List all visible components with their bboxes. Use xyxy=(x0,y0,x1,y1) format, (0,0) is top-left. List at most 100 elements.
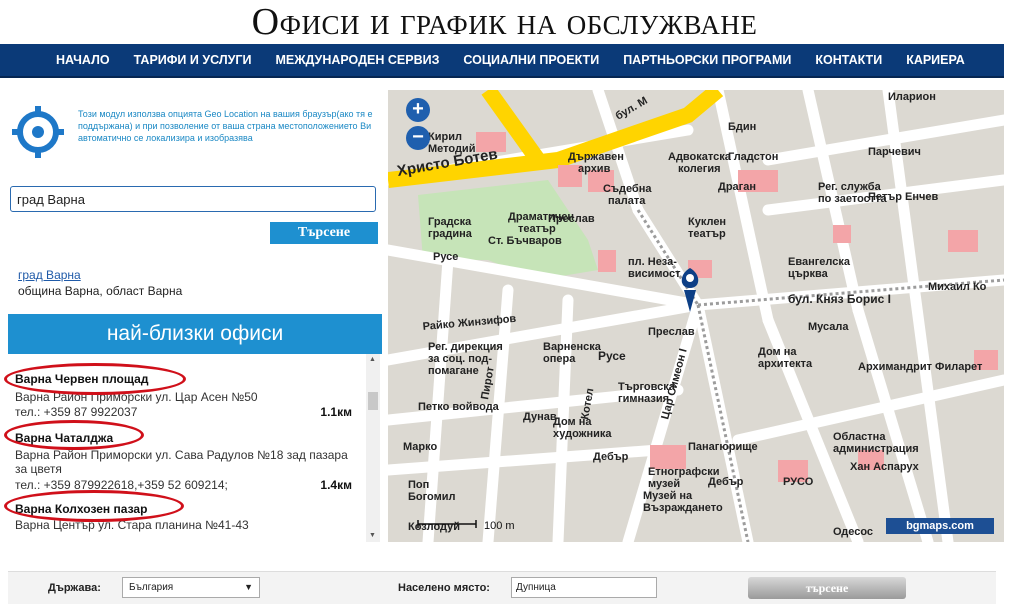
highlight-ellipse xyxy=(4,420,144,450)
svg-text:РУСО: РУСО xyxy=(783,476,814,488)
filter-bar: Държава: България ▼ Населено място: търс… xyxy=(8,571,996,604)
office-list-scrollbar[interactable]: ▲ ▼ xyxy=(366,354,380,542)
office-distance: 1.1км xyxy=(320,405,352,419)
svg-text:Търговска: Търговска xyxy=(618,381,676,393)
svg-text:Държавен: Държавен xyxy=(568,151,624,163)
svg-text:Русе: Русе xyxy=(598,349,626,363)
svg-text:Гладстон: Гладстон xyxy=(728,151,778,163)
highlight-ellipse xyxy=(4,490,184,522)
search-panel: Този модул използва опцията Geo Location… xyxy=(0,90,388,542)
scroll-thumb[interactable] xyxy=(368,392,378,410)
office-phone: тел.: +359 87 9922037 xyxy=(15,405,138,419)
page-title: Офиси и график на обслужване xyxy=(251,1,758,43)
nav-career[interactable]: КАРИЕРА xyxy=(906,53,965,67)
svg-text:художника: художника xyxy=(553,428,612,440)
nav-social[interactable]: СОЦИАЛНИ ПРОЕКТИ xyxy=(463,53,599,67)
svg-text:Парчевич: Парчевич xyxy=(868,146,921,158)
svg-text:помагане: помагане xyxy=(428,365,479,377)
svg-text:Възраждането: Възраждането xyxy=(643,502,723,514)
svg-text:пл. Неза-: пл. Неза- xyxy=(628,256,677,268)
svg-text:Дом на: Дом на xyxy=(758,346,797,358)
svg-text:музей: музей xyxy=(648,478,680,490)
svg-text:Варненска: Варненска xyxy=(543,341,602,353)
nav-international[interactable]: МЕЖДУНАРОДЕН СЕРВИЗ xyxy=(275,53,439,67)
search-result-link[interactable]: град Варна xyxy=(18,268,81,282)
svg-text:Бдин: Бдин xyxy=(728,121,756,133)
svg-text:Рег. дирекция: Рег. дирекция xyxy=(428,341,503,353)
scroll-down-icon[interactable]: ▼ xyxy=(369,532,376,539)
svg-text:Драматичен: Драматичен xyxy=(508,211,574,223)
main-nav: НАЧАЛО ТАРИФИ И УСЛУГИ МЕЖДУНАРОДЕН СЕРВ… xyxy=(0,44,1004,78)
svg-text:бул. Княз Борис I: бул. Княз Борис I xyxy=(788,292,891,306)
search-input[interactable] xyxy=(10,186,376,212)
map-canvas[interactable]: Христо Ботев бул. М Русе Русе бул. Княз … xyxy=(388,90,1004,542)
svg-text:църква: църква xyxy=(788,268,829,280)
map-brand[interactable]: bgmaps.com xyxy=(886,518,994,534)
map-scale-label: 100 m xyxy=(484,520,515,532)
nav-partners[interactable]: ПАРТНЬОРСКИ ПРОГРАМИ xyxy=(623,53,791,67)
svg-text:палата: палата xyxy=(608,195,646,207)
svg-text:Рег. служба: Рег. служба xyxy=(818,181,882,193)
svg-text:Адвокатска: Адвокатска xyxy=(668,151,732,163)
svg-text:Музей на: Музей на xyxy=(643,490,693,502)
svg-text:Поп: Поп xyxy=(408,479,429,491)
svg-text:Русе: Русе xyxy=(433,251,458,263)
svg-text:висимост: висимост xyxy=(628,268,681,280)
map-view[interactable]: Христо Ботев бул. М Русе Русе бул. Княз … xyxy=(388,90,1004,542)
svg-text:Мусала: Мусала xyxy=(808,321,849,333)
nav-contacts[interactable]: КОНТАКТИ xyxy=(815,53,882,67)
svg-text:за соц. под-: за соц. под- xyxy=(428,353,492,365)
svg-text:Областна: Областна xyxy=(833,431,886,443)
svg-text:администрация: администрация xyxy=(833,443,919,455)
svg-text:Хан Аспарух: Хан Аспарух xyxy=(850,461,920,473)
office-list[interactable]: Варна Червен площад Варна Район Приморск… xyxy=(0,354,366,542)
svg-text:Драган: Драган xyxy=(718,181,756,193)
svg-text:по заетостта: по заетостта xyxy=(818,193,888,205)
search-result-subtitle: община Варна, област Варна xyxy=(18,284,183,298)
svg-text:Богомил: Богомил xyxy=(408,491,456,503)
nav-home[interactable]: НАЧАЛО xyxy=(56,53,110,67)
svg-text:градина: градина xyxy=(428,228,473,240)
zoom-out-button[interactable]: − xyxy=(406,126,430,150)
svg-text:Куклен: Куклен xyxy=(688,216,726,228)
nearest-offices-header: най-близки офиси xyxy=(8,314,382,354)
location-target-icon[interactable] xyxy=(12,106,64,158)
svg-text:Архимандрит Филарет: Архимандрит Филарет xyxy=(858,361,983,373)
svg-text:Кирил: Кирил xyxy=(428,131,462,143)
svg-text:театър: театър xyxy=(518,223,556,235)
search-button[interactable]: Търсене xyxy=(270,222,378,244)
svg-text:Градска: Градска xyxy=(428,216,472,228)
svg-text:колегия: колегия xyxy=(678,163,721,175)
svg-text:Етнографски: Етнографски xyxy=(648,466,720,478)
svg-text:архив: архив xyxy=(578,163,611,175)
svg-text:Евангелска: Евангелска xyxy=(788,256,851,268)
svg-text:Преслав: Преслав xyxy=(648,326,695,338)
geo-location-note: Този модул използва опцията Geo Location… xyxy=(78,109,373,143)
city-input[interactable] xyxy=(511,577,657,598)
svg-text:Ст. Бъчваров: Ст. Бъчваров xyxy=(488,235,562,247)
svg-text:гимназия: гимназия xyxy=(618,393,669,405)
svg-text:Марко: Марко xyxy=(403,441,437,453)
nav-tariffs[interactable]: ТАРИФИ И УСЛУГИ xyxy=(134,53,252,67)
country-select[interactable]: България ▼ xyxy=(122,577,260,598)
svg-text:Козлодуй: Козлодуй xyxy=(408,521,460,533)
bottom-search-button[interactable]: търсене xyxy=(748,577,906,599)
svg-text:Михаил Ко: Михаил Ко xyxy=(928,281,987,293)
svg-text:Иларион: Иларион xyxy=(888,91,936,103)
zoom-in-button[interactable]: + xyxy=(406,98,430,122)
svg-text:Панагюрище: Панагюрище xyxy=(688,441,758,453)
svg-text:Петко войвода: Петко войвода xyxy=(418,401,500,413)
svg-text:Дом на: Дом на xyxy=(553,416,592,428)
svg-text:Дебър: Дебър xyxy=(593,451,629,463)
country-label: Държава: xyxy=(48,582,101,594)
svg-text:Одесос: Одесос xyxy=(833,526,873,538)
svg-text:Съдебна: Съдебна xyxy=(603,183,652,195)
svg-text:архитекта: архитекта xyxy=(758,358,813,370)
highlight-ellipse xyxy=(4,363,186,395)
svg-text:опера: опера xyxy=(543,353,576,365)
office-address: Варна Район Приморски ул. Сава Радулов №… xyxy=(15,448,348,476)
svg-text:Методий: Методий xyxy=(428,143,475,155)
chevron-down-icon: ▼ xyxy=(244,582,253,592)
scroll-up-icon[interactable]: ▲ xyxy=(369,356,376,363)
country-select-value: България xyxy=(129,582,174,593)
